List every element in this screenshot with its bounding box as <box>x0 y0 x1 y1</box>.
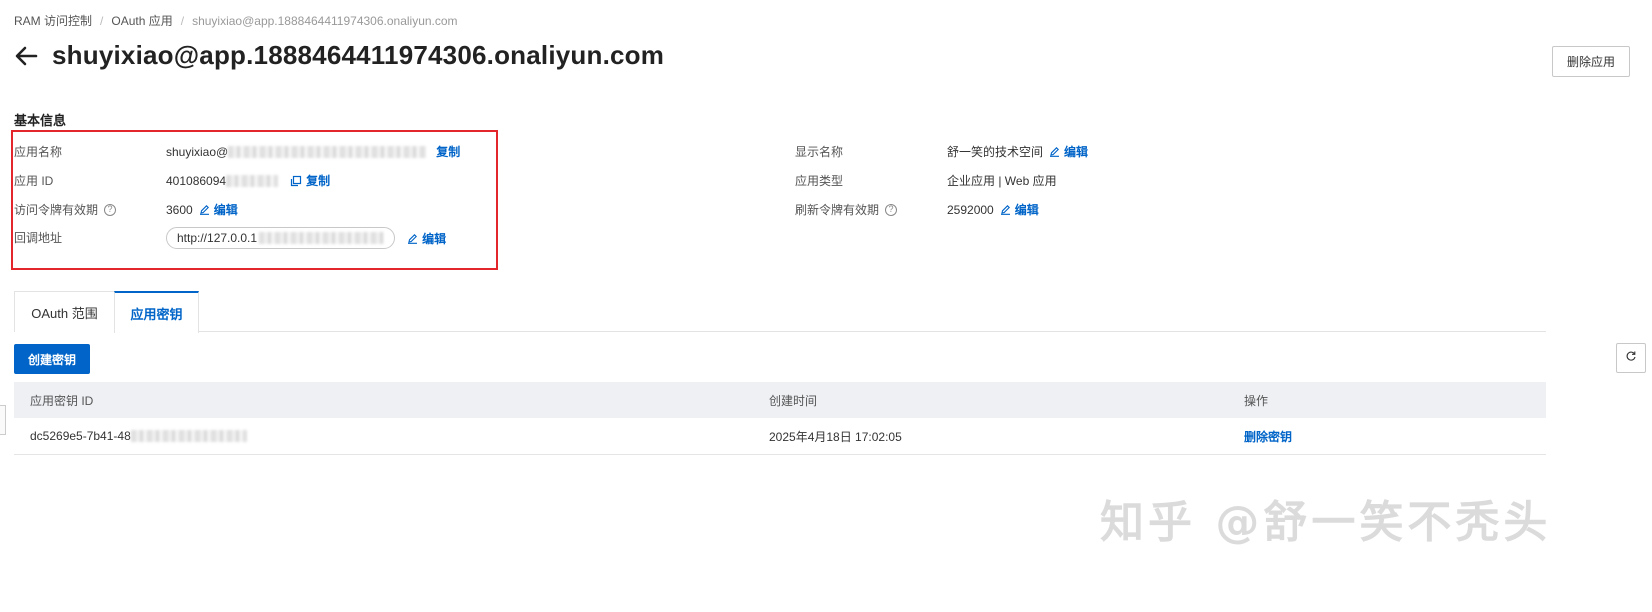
edit-token-validity-link[interactable]: 编辑 <box>199 201 238 218</box>
app-id-text: 401086094 <box>166 173 227 188</box>
table-header: 应用密钥 ID 创建时间 操作 <box>14 382 1546 418</box>
refresh-validity-value: 2592000 编辑 <box>947 201 1039 218</box>
created-time-cell: 2025年4月18日 17:02:05 <box>769 429 902 444</box>
app-name-label: 应用名称 <box>14 145 63 159</box>
help-icon[interactable]: ? <box>885 203 898 216</box>
edit-icon <box>1000 204 1011 215</box>
breadcrumb-separator: / <box>180 13 185 28</box>
delete-key-link[interactable]: 删除密钥 <box>1244 428 1292 445</box>
app-name-value: shuyixiao@ 复制 <box>166 143 460 160</box>
table-row: dc5269e5-7b41-48 2025年4月18日 17:02:05 删除密… <box>14 418 1546 455</box>
callback-label: 回调地址 <box>14 231 63 245</box>
app-type-value: 企业应用 | Web 应用 <box>947 174 1057 188</box>
app-id-label: 应用 ID <box>14 174 54 188</box>
app-type-label: 应用类型 <box>795 174 844 188</box>
page-header: shuyixiao@app.1888464411974306.onaliyun.… <box>14 40 664 71</box>
edit-label: 编辑 <box>1014 203 1039 217</box>
delete-app-button[interactable]: 删除应用 <box>1552 46 1630 77</box>
tab-app-keys[interactable]: 应用密钥 <box>114 291 199 333</box>
back-arrow-icon[interactable] <box>14 43 40 69</box>
app-name-text: shuyixiao@ <box>166 144 229 159</box>
edit-icon <box>407 233 418 244</box>
token-validity-label: 访问令牌有效期 ? <box>14 201 117 218</box>
token-validity-value: 3600 编辑 <box>166 201 238 218</box>
column-header-created: 创建时间 <box>769 393 818 408</box>
key-id-cell: dc5269e5-7b41-48 <box>30 429 247 443</box>
redacted-text <box>226 174 279 187</box>
section-title: 基本信息 <box>14 113 67 128</box>
edit-label: 编辑 <box>422 231 447 246</box>
redacted-text <box>130 430 247 442</box>
key-id-text: dc5269e5-7b41-48 <box>30 429 131 443</box>
edit-label: 编辑 <box>213 203 238 217</box>
breadcrumb-oauth[interactable]: OAuth 应用 <box>111 12 172 29</box>
breadcrumb: RAM 访问控制 / OAuth 应用 / shuyixiao@app.1888… <box>14 12 458 29</box>
callback-url-text: http://127.0.0.1 <box>177 231 258 245</box>
copy-label: 复制 <box>306 174 331 188</box>
copy-icon <box>290 175 302 187</box>
app-keys-table: 应用密钥 ID 创建时间 操作 dc5269e5-7b41-48 2025年4月… <box>14 382 1546 455</box>
copy-app-id-link[interactable]: 复制 <box>290 172 330 189</box>
token-validity-text: 访问令牌有效期 <box>14 203 99 217</box>
tab-oauth-scope[interactable]: OAuth 范围 <box>14 291 115 332</box>
display-name-label: 显示名称 <box>795 145 844 159</box>
edit-icon <box>1049 146 1060 157</box>
edit-refresh-validity-link[interactable]: 编辑 <box>1000 201 1039 218</box>
token-validity-number: 3600 <box>166 202 193 217</box>
page-title: shuyixiao@app.1888464411974306.onaliyun.… <box>52 40 665 70</box>
edit-icon <box>199 204 210 215</box>
refresh-validity-text: 刷新令牌有效期 <box>795 203 880 217</box>
refresh-validity-label: 刷新令牌有效期 ? <box>795 201 898 218</box>
refresh-validity-number: 2592000 <box>947 202 994 217</box>
callback-value: http://127.0.0.1 编辑 <box>166 227 446 249</box>
redacted-text <box>228 145 427 158</box>
redacted-text <box>259 232 385 244</box>
create-key-button[interactable]: 创建密钥 <box>14 344 90 374</box>
callback-url-field[interactable]: http://127.0.0.1 <box>166 227 396 249</box>
edit-label: 编辑 <box>1064 145 1089 159</box>
display-name-value: 舒一笑的技术空间 编辑 <box>947 143 1088 160</box>
refresh-icon <box>1625 349 1637 367</box>
copy-app-name-link[interactable]: 复制 <box>436 143 460 160</box>
copy-label: 复制 <box>436 145 461 159</box>
edit-display-name-link[interactable]: 编辑 <box>1049 143 1088 160</box>
column-header-action: 操作 <box>1244 393 1269 408</box>
refresh-button[interactable] <box>1616 343 1646 373</box>
watermark: 知乎 @舒一笑不秃头 <box>1100 497 1552 548</box>
display-name-text: 舒一笑的技术空间 <box>947 145 1044 159</box>
breadcrumb-separator: / <box>100 13 104 28</box>
column-header-key-id: 应用密钥 ID <box>30 393 94 408</box>
app-id-value: 401086094 复制 <box>166 172 330 189</box>
side-collapse-handle[interactable] <box>0 405 6 435</box>
edit-callback-link[interactable]: 编辑 <box>407 230 446 247</box>
tab-bar: OAuth 范围 应用密钥 <box>14 291 1546 333</box>
help-icon[interactable]: ? <box>104 203 117 216</box>
breadcrumb-current: shuyixiao@app.1888464411974306.onaliyun.… <box>192 13 458 28</box>
breadcrumb-ram[interactable]: RAM 访问控制 <box>14 12 92 29</box>
